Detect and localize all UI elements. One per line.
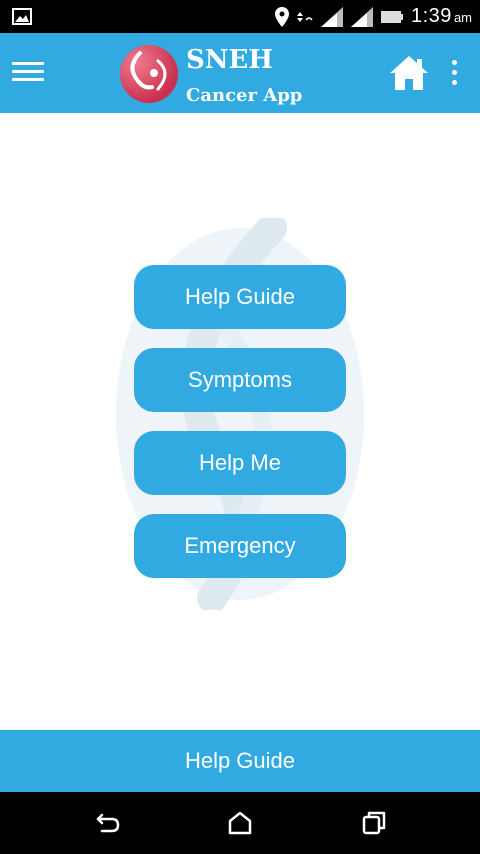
logo-icon <box>120 45 178 103</box>
symptoms-button[interactable]: Symptoms <box>134 348 346 412</box>
menu-button[interactable] <box>12 57 44 89</box>
data-arrows-icon <box>297 11 313 22</box>
time-text: 1:39 <box>411 5 452 27</box>
main-content: Help Guide Symptoms Help Me Emergency <box>0 113 480 730</box>
navigation-bar <box>0 792 480 854</box>
gallery-icon <box>12 8 32 25</box>
status-icons: 1:39 am <box>275 0 472 33</box>
app-subtitle: Cancer App <box>186 85 303 106</box>
back-icon[interactable] <box>94 809 122 837</box>
status-bar: 1:39 am <box>0 0 480 33</box>
menu-icon <box>12 62 44 81</box>
signal-icon <box>321 6 343 27</box>
battery-icon <box>381 10 403 23</box>
help-me-button[interactable]: Help Me <box>134 431 346 495</box>
signal-icon <box>351 6 373 27</box>
help-guide-button[interactable]: Help Guide <box>134 265 346 329</box>
emergency-button[interactable]: Emergency <box>134 514 346 578</box>
home-icon[interactable] <box>388 53 430 93</box>
home-nav-icon[interactable] <box>226 809 254 837</box>
status-time: 1:39 am <box>411 5 472 28</box>
main-menu: Help Guide Symptoms Help Me Emergency <box>134 265 346 597</box>
app-bar: SNEH Cancer App <box>0 33 480 113</box>
location-icon <box>275 6 289 27</box>
bottom-help-guide-bar[interactable]: Help Guide <box>0 730 480 792</box>
ampm-text: am <box>453 10 472 25</box>
app-title: SNEH <box>186 45 273 75</box>
more-vert-icon[interactable] <box>444 55 464 91</box>
recents-icon[interactable] <box>360 809 388 837</box>
